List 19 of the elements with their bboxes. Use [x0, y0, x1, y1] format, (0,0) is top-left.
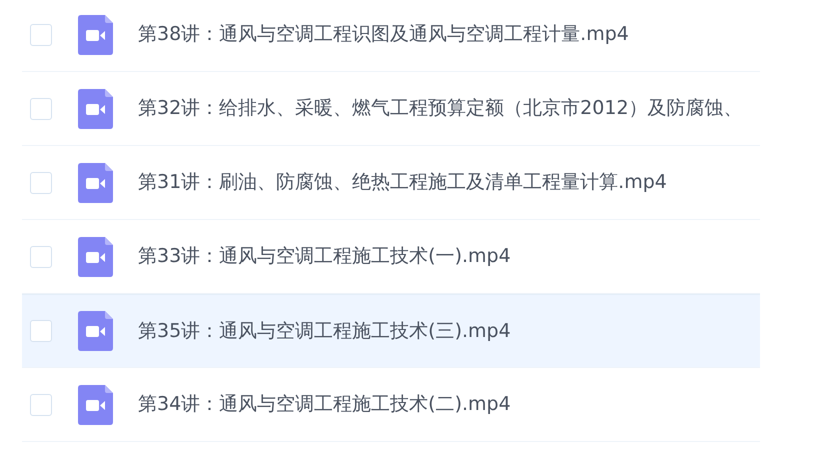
checkbox[interactable] [30, 24, 52, 46]
file-name: 第31讲：刷油、防腐蚀、绝热工程施工及清单工程量计算.mp4 [138, 170, 667, 196]
checkbox[interactable] [30, 394, 52, 416]
file-name: 第35讲：通风与空调工程施工技术(三).mp4 [138, 318, 511, 344]
file-name: 第38讲：通风与空调工程识图及通风与空调工程计量.mp4 [138, 22, 629, 48]
video-file-icon [78, 14, 113, 54]
file-name: 第33讲：通风与空调工程施工技术(一).mp4 [138, 244, 511, 270]
video-file-icon [78, 88, 113, 128]
checkbox[interactable] [30, 246, 52, 268]
checkbox[interactable] [30, 98, 52, 120]
checkbox[interactable] [30, 172, 52, 194]
video-file-icon [78, 162, 113, 202]
file-name: 第32讲：给排水、采暖、燃气工程预算定额（北京市2012）及防腐蚀、 [138, 96, 743, 122]
file-row[interactable]: 第35讲：通风与空调工程施工技术(三).mp4 [22, 294, 760, 368]
file-name: 第34讲：通风与空调工程施工技术(二).mp4 [138, 392, 511, 418]
video-file-icon [78, 236, 113, 276]
video-file-icon [78, 311, 113, 351]
checkbox[interactable] [30, 320, 52, 342]
video-file-icon [78, 384, 113, 424]
